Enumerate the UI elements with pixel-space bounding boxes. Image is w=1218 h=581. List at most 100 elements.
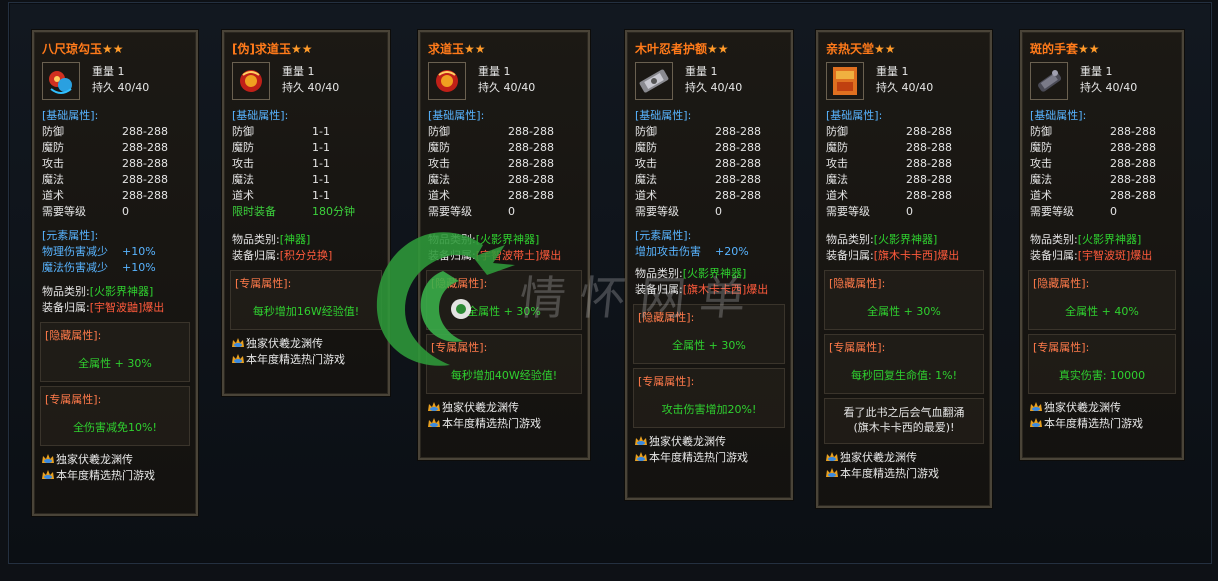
category-line: 物品类别:[火影界神器] [826,233,938,246]
stat-row: 攻击 288-288 [826,157,952,170]
ad-line: 独家伏羲龙渊传 [627,434,791,450]
stat-row: 魔法 288-288 [1030,173,1156,186]
stat-row: 防御 288-288 [826,125,952,138]
stat-row: 道术 1-1 [232,189,330,202]
star-rating: ★★ [290,42,313,56]
owner-line: 装备归属:[宇智波鼬]爆出 [42,301,165,314]
limited-time-row: 限时装备 180分钟 [232,205,355,218]
ad-line: 独家伏羲龙渊传 [1022,400,1182,416]
weight-text: 重量 1 [1080,65,1113,78]
element-attr-header: [元素属性]: [42,229,99,242]
watermark-text: 情怀网单 [516,271,763,325]
item-title: 求道玉★★ [428,42,486,56]
stat-row: 魔防 288-288 [826,141,952,154]
red-orb-icon [428,62,466,100]
star-rating: ★★ [707,42,729,56]
magatama-icon [42,62,80,100]
stat-row: 魔防 288-288 [1030,141,1156,154]
exclusive-attr-box: [专属属性]: 真实伤害: 10000 [1028,334,1176,394]
star-rating: ★★ [102,42,124,56]
crown-icon [635,452,647,461]
item-tooltip-baqiong: 八尺琼勾玉★★ 重量 1 持久 40/40 [基础属性]: 防御 288-288 魔… [32,30,198,516]
book-icon [826,62,864,100]
stat-row: 魔法 288-288 [42,173,168,186]
durability-text: 持久 40/40 [92,81,150,94]
stat-row: 魔防 288-288 [428,141,554,154]
stat-row: 需要等级 0 [1030,205,1117,218]
crown-icon [826,452,838,461]
star-rating: ★★ [1078,42,1100,56]
weight-text: 重量 1 [876,65,909,78]
category-line: 物品类别:[火影界神器] [1030,233,1142,246]
durability-text: 持久 40/40 [478,81,536,94]
stat-row: 防御 288-288 [1030,125,1156,138]
item-tooltip-icha-icha: 亲热天堂★★ 重量 1 持久 40/40 [基础属性]: 防御 288-288 魔防… [816,30,992,508]
stat-row: 攻击 288-288 [42,157,168,170]
owner-line: 装备归属:[宇智波斑]爆出 [1030,249,1153,262]
stat-row: 魔法 288-288 [635,173,761,186]
exclusive-attr-box: [专属属性]: 每秒增加16W经验值! [230,270,382,330]
owner-line: 装备归属:[旗木卡卡西]爆出 [826,249,960,262]
crown-icon [826,468,838,477]
base-attr-header: [基础属性]: [42,109,99,122]
star-rating: ★★ [464,42,486,56]
element-attr-header: [元素属性]: [635,229,692,242]
ad-line: 本年度精选热门游戏 [818,466,990,482]
exclusive-attr-box: [专属属性]: 每秒增加40W经验值! [426,334,582,394]
crown-icon [232,354,244,363]
stat-row: 攻击 288-288 [1030,157,1156,170]
stat-row: 需要等级 0 [428,205,515,218]
durability-text: 持久 40/40 [282,81,340,94]
item-title: 亲热天堂★★ [826,42,896,56]
category-line: 物品类别:[火影界神器] [42,285,154,298]
item-title: 斑的手套★★ [1030,42,1100,56]
ad-line: 本年度精选热门游戏 [224,352,388,368]
stat-row: 道术 288-288 [826,189,952,202]
element-row: 物理伤害减少 +10% [42,245,156,258]
weight-text: 重量 1 [685,65,718,78]
stat-row: 道术 288-288 [1030,189,1156,202]
durability-text: 持久 40/40 [1080,81,1138,94]
crown-icon [232,338,244,347]
stat-row: 防御 288-288 [635,125,761,138]
stat-row: 防御 288-288 [428,125,554,138]
stat-row: 魔法 288-288 [428,173,554,186]
item-tooltip-fake-qiudaoyu: [伪]求道玉★★ 重量 1 持久 40/40 [基础属性]: 防御 1-1 魔防 1-… [222,30,390,396]
weight-text: 重量 1 [282,65,315,78]
crown-icon [42,454,54,463]
red-orb-icon [232,62,270,100]
headband-icon [635,62,673,100]
crown-icon [1030,402,1042,411]
stat-row: 道术 288-288 [635,189,761,202]
item-title: [伪]求道玉★★ [232,42,313,56]
weight-text: 重量 1 [478,65,511,78]
stat-row: 攻击 1-1 [232,157,330,170]
stat-row: 魔法 1-1 [232,173,330,186]
stat-row: 魔防 288-288 [42,141,168,154]
exclusive-attr-box: [专属属性]: 全伤害减免10%! [40,386,190,446]
flavor-text-box: 看了此书之后会气血翻涌 (旗木卡卡西的最爱)! [824,398,984,444]
stat-row: 魔防 1-1 [232,141,330,154]
crown-icon [42,470,54,479]
stat-row: 魔法 288-288 [826,173,952,186]
stat-row: 防御 288-288 [42,125,168,138]
crown-icon [428,402,440,411]
hidden-attr-box: [隐藏属性]: 全属性 + 30% [40,322,190,382]
element-row: 魔法伤害减少 +10% [42,261,156,274]
crown-icon [635,436,647,445]
stat-row: 道术 288-288 [42,189,168,202]
exclusive-attr-box: [专属属性]: 每秒回复生命值: 1%! [824,334,984,394]
ad-line: 本年度精选热门游戏 [627,450,791,466]
owner-line: 装备归属:[积分兑换] [232,249,333,262]
stat-row: 需要等级 0 [826,205,913,218]
exclusive-attr-box: [专属属性]: 攻击伤害增加20%! [633,368,785,428]
item-tooltip-qiudaoyu: 求道玉★★ 重量 1 持久 40/40 [基础属性]: 防御 288-288 魔防 2… [418,30,590,460]
base-attr-header: [基础属性]: [428,109,485,122]
glove-icon [1030,62,1068,100]
category-line: 物品类别:[神器] [232,233,311,246]
category-line: 物品类别:[火影界神器] [428,233,540,246]
weight-text: 重量 1 [92,65,125,78]
stat-row: 防御 1-1 [232,125,330,138]
element-row: 增加攻击伤害 +20% [635,245,749,258]
hidden-attr-box: [隐藏属性]: 全属性 + 40% [1028,270,1176,330]
